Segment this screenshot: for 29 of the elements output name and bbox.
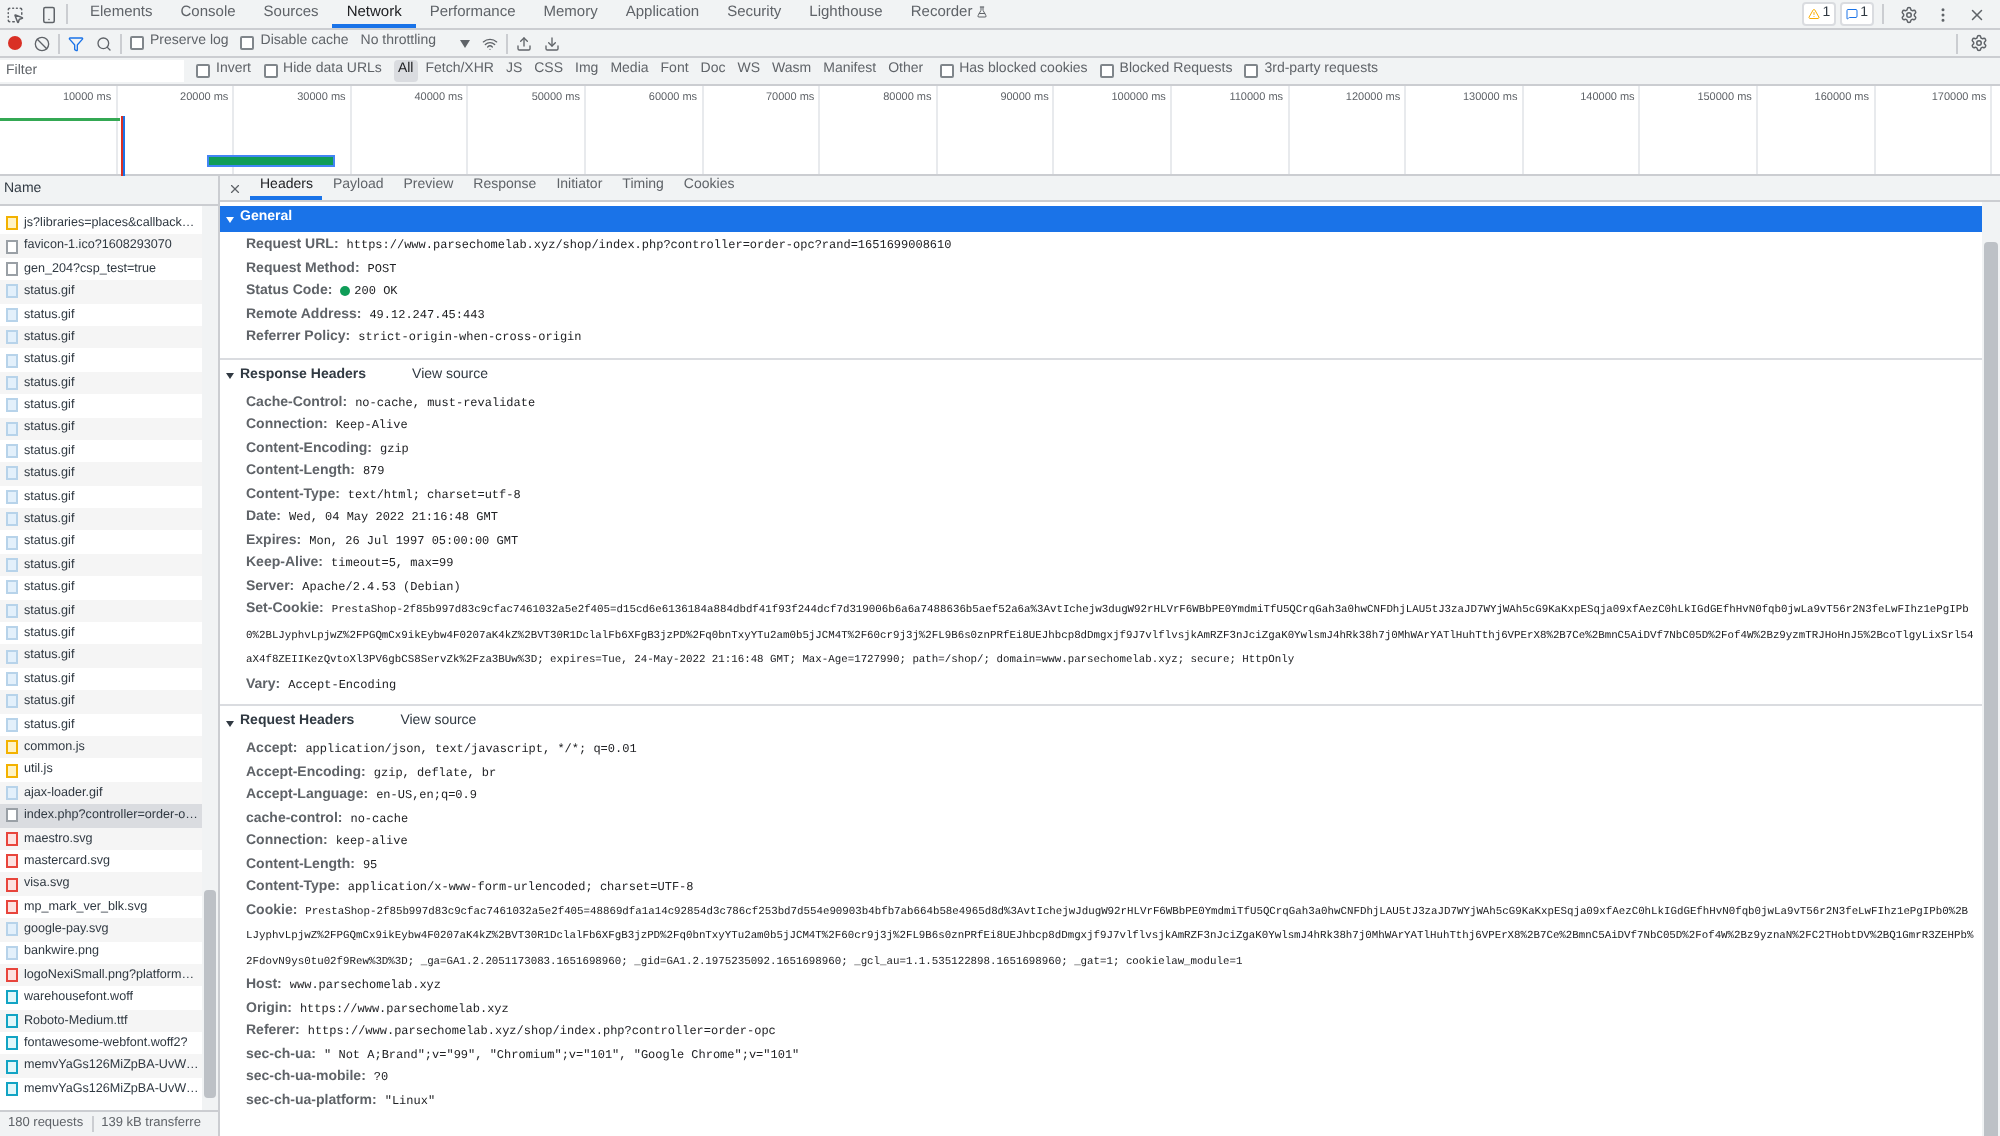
expand-triangle-icon [226,372,234,380]
close-icon[interactable] [228,181,242,195]
checkbox[interactable] [1244,64,1259,78]
clear-icon[interactable] [34,35,50,51]
search-icon[interactable] [96,35,112,51]
expand-triangle-icon [226,215,234,223]
inspect-icon[interactable] [6,5,24,23]
scrollbar-thumb[interactable] [204,890,216,1098]
checkbox[interactable] [240,36,255,50]
checkbox[interactable] [130,36,144,50]
import-icon[interactable] [516,35,533,51]
warning-icon [1808,8,1821,20]
close-icon[interactable] [1968,5,1986,23]
device-icon[interactable] [40,5,58,23]
message-icon [1846,8,1859,20]
filter-icon[interactable] [68,35,84,51]
scrollbar-thumb[interactable] [1984,242,1998,1136]
settings-icon[interactable] [1970,34,1988,52]
expand-triangle-icon [226,719,234,727]
network-conditions-icon[interactable] [482,35,499,51]
caret-icon [460,39,471,47]
checkbox[interactable] [263,64,278,78]
record-icon[interactable] [8,36,22,50]
checkbox[interactable] [1099,64,1114,78]
checkbox[interactable] [939,64,954,78]
checkbox[interactable] [196,64,210,78]
settings-icon[interactable] [1900,5,1918,23]
export-icon[interactable] [544,35,561,51]
flask-icon [976,6,989,18]
